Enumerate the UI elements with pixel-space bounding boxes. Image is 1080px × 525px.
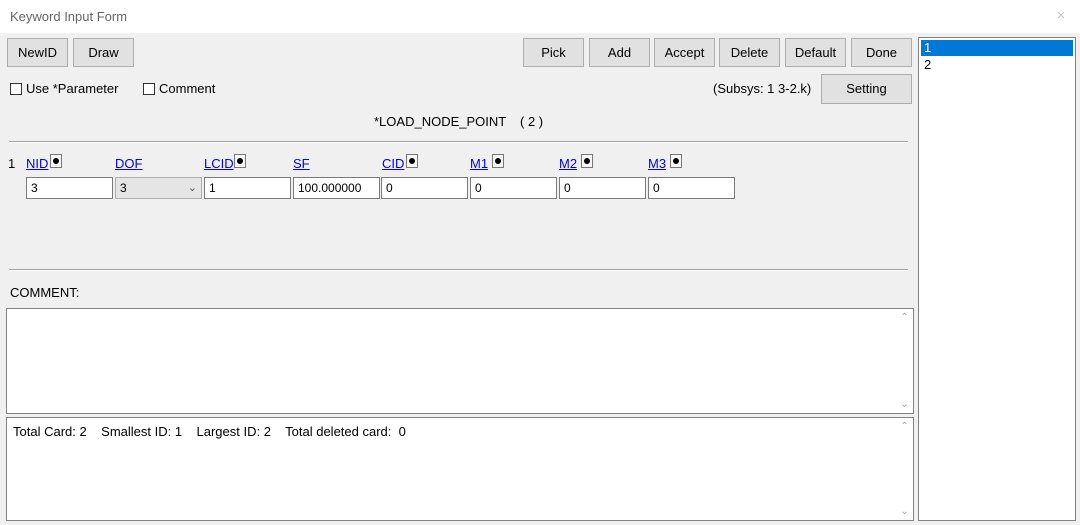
use-parameter-label: Use *Parameter bbox=[26, 81, 119, 96]
m2-input[interactable]: 0 bbox=[559, 177, 646, 199]
setting-button[interactable]: Setting bbox=[821, 74, 912, 104]
status-textarea[interactable]: Total Card: 2 Smallest ID: 1 Largest ID:… bbox=[6, 417, 914, 521]
comment-textarea[interactable]: ⌃ ⌄ bbox=[6, 308, 914, 414]
chevron-down-icon: ⌄ bbox=[187, 182, 197, 194]
field-link-dof[interactable]: DOF bbox=[115, 156, 142, 171]
field-link-sf[interactable]: SF bbox=[293, 156, 310, 171]
cid-input[interactable]: 0 bbox=[381, 177, 468, 199]
pick-button[interactable]: Pick bbox=[523, 38, 584, 67]
separator bbox=[9, 269, 908, 271]
pick-dot-icon[interactable] bbox=[670, 154, 682, 168]
field-link-cid[interactable]: CID bbox=[382, 156, 404, 171]
field-link-m3[interactable]: M3 bbox=[648, 156, 666, 171]
pick-dot-icon[interactable] bbox=[406, 154, 418, 168]
field-link-m1[interactable]: M1 bbox=[470, 156, 488, 171]
pick-dot-icon[interactable] bbox=[581, 154, 593, 168]
draw-button[interactable]: Draw bbox=[73, 38, 134, 67]
nid-input[interactable]: 3 bbox=[26, 177, 113, 199]
comment-checkbox[interactable]: Comment bbox=[143, 81, 215, 96]
keyword-input-form-window: Keyword Input Form × NewID Draw Pick Add… bbox=[0, 0, 1080, 525]
scroll-up-icon[interactable]: ⌃ bbox=[896, 309, 913, 326]
scroll-down-icon[interactable]: ⌄ bbox=[896, 503, 913, 520]
dof-selected-value: 3 bbox=[120, 181, 127, 195]
checkbox-box[interactable] bbox=[143, 82, 155, 95]
status-scrollbar[interactable]: ⌃ ⌄ bbox=[896, 418, 913, 520]
m3-input[interactable]: 0 bbox=[648, 177, 735, 199]
card-row-number: 1 bbox=[8, 156, 16, 171]
subsys-text: (Subsys: 1 3-2.k) bbox=[713, 81, 812, 96]
pick-dot-icon[interactable] bbox=[234, 154, 246, 168]
title-bar: Keyword Input Form × bbox=[0, 0, 1080, 33]
keyword-count: ( 2 ) bbox=[520, 114, 544, 129]
window-title: Keyword Input Form bbox=[10, 9, 128, 24]
field-link-nid[interactable]: NID bbox=[26, 156, 48, 171]
close-icon[interactable]: × bbox=[1053, 8, 1069, 24]
pick-dot-icon[interactable] bbox=[492, 154, 504, 168]
done-button[interactable]: Done bbox=[851, 38, 912, 67]
comment-label: COMMENT: bbox=[10, 285, 80, 300]
m1-input[interactable]: 0 bbox=[470, 177, 557, 199]
list-item[interactable]: 2 bbox=[921, 57, 1073, 73]
keyword-title: *LOAD_NODE_POINT bbox=[374, 114, 507, 129]
newid-button[interactable]: NewID bbox=[7, 38, 68, 67]
scroll-down-icon[interactable]: ⌄ bbox=[896, 396, 913, 413]
use-parameter-checkbox[interactable]: Use *Parameter bbox=[10, 81, 118, 96]
pick-dot-icon[interactable] bbox=[50, 154, 62, 168]
default-button[interactable]: Default bbox=[785, 38, 846, 67]
lcid-input[interactable]: 1 bbox=[204, 177, 291, 199]
accept-button[interactable]: Accept bbox=[654, 38, 715, 67]
separator bbox=[9, 141, 908, 143]
add-button[interactable]: Add bbox=[589, 38, 650, 67]
status-text: Total Card: 2 Smallest ID: 1 Largest ID:… bbox=[13, 424, 406, 439]
list-item[interactable]: 1 bbox=[921, 40, 1073, 56]
comment-scrollbar[interactable]: ⌃ ⌄ bbox=[896, 309, 913, 413]
delete-button[interactable]: Delete bbox=[719, 38, 780, 67]
comment-checkbox-label: Comment bbox=[159, 81, 216, 96]
scroll-up-icon[interactable]: ⌃ bbox=[896, 418, 913, 435]
field-link-lcid[interactable]: LCID bbox=[204, 156, 234, 171]
checkbox-box[interactable] bbox=[10, 82, 22, 95]
field-link-m2[interactable]: M2 bbox=[559, 156, 577, 171]
id-list[interactable]: 1 2 bbox=[918, 37, 1076, 521]
sf-input[interactable]: 100.000000 bbox=[293, 177, 380, 199]
dof-select[interactable]: 3 ⌄ bbox=[115, 177, 202, 199]
